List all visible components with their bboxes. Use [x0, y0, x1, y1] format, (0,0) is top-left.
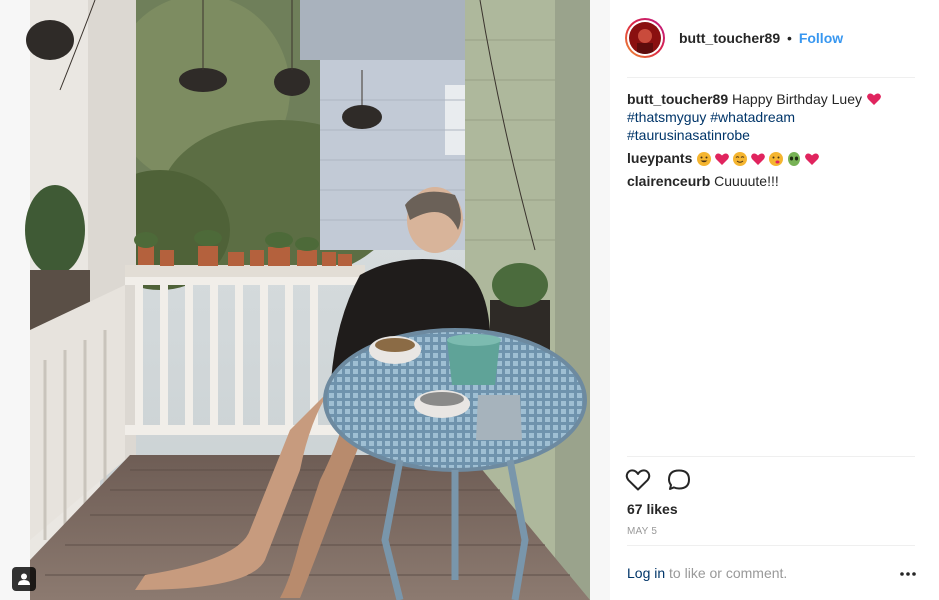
avatar-image [629, 22, 661, 54]
hashtag-link[interactable]: #whatadream [710, 109, 795, 125]
actions-divider [627, 456, 915, 457]
caption-text: Happy Birthday Luey [732, 91, 862, 107]
login-prompt: Log in to like or comment. [627, 565, 787, 581]
grinning-face-icon [697, 152, 712, 167]
post-username[interactable]: butt_toucher89 [679, 30, 780, 46]
red-heart-icon [715, 153, 730, 166]
post-actions [625, 466, 693, 494]
comment-item: clairenceurb Cuuuute!!! [627, 172, 917, 190]
comment-item: lueypants [627, 149, 917, 167]
post-photo[interactable] [0, 0, 610, 600]
hashtag-link[interactable]: #taurusinasatinrobe [627, 127, 750, 143]
caption: butt_toucher89 Happy Birthday Luey #that… [627, 90, 917, 144]
speech-bubble-icon[interactable] [667, 468, 693, 492]
comments-section: butt_toucher89 Happy Birthday Luey #that… [627, 90, 917, 195]
comment-emojis [696, 151, 820, 167]
avatar-ring [627, 20, 663, 56]
red-heart-icon [805, 153, 820, 166]
red-heart-icon [751, 153, 766, 166]
login-suffix: to like or comment. [669, 565, 788, 581]
alien-face-icon [788, 152, 801, 167]
post-header: butt_toucher89 • Follow [625, 14, 915, 62]
comment-username[interactable]: lueypants [627, 150, 692, 166]
login-link[interactable]: Log in [627, 565, 665, 581]
post-side-panel: butt_toucher89 • Follow butt_toucher89 H… [611, 0, 939, 600]
like-count[interactable]: 67 likes [627, 501, 678, 517]
more-options-button[interactable] [897, 564, 919, 584]
caption-username[interactable]: butt_toucher89 [627, 91, 728, 107]
user-tag-icon [18, 573, 30, 585]
red-heart-icon [866, 93, 881, 105]
footer-divider [627, 545, 915, 546]
heart-outline-icon[interactable] [625, 468, 651, 492]
header-separator: • [787, 30, 792, 46]
header-text: butt_toucher89 • Follow [679, 30, 843, 46]
follow-button[interactable]: Follow [799, 30, 843, 46]
comment-text: Cuuuute!!! [714, 173, 779, 190]
ellipsis-icon [900, 572, 916, 576]
header-divider [627, 77, 915, 78]
smiling-face-icon [733, 152, 748, 167]
avatar[interactable] [625, 18, 665, 58]
tagged-users-button[interactable] [12, 567, 36, 591]
comment-username[interactable]: clairenceurb [627, 173, 710, 189]
savoring-face-icon [769, 152, 784, 167]
photo-image [0, 0, 610, 600]
post-date[interactable]: MAY 5 [627, 526, 657, 537]
hashtag-link[interactable]: #thatsmyguy [627, 109, 706, 125]
